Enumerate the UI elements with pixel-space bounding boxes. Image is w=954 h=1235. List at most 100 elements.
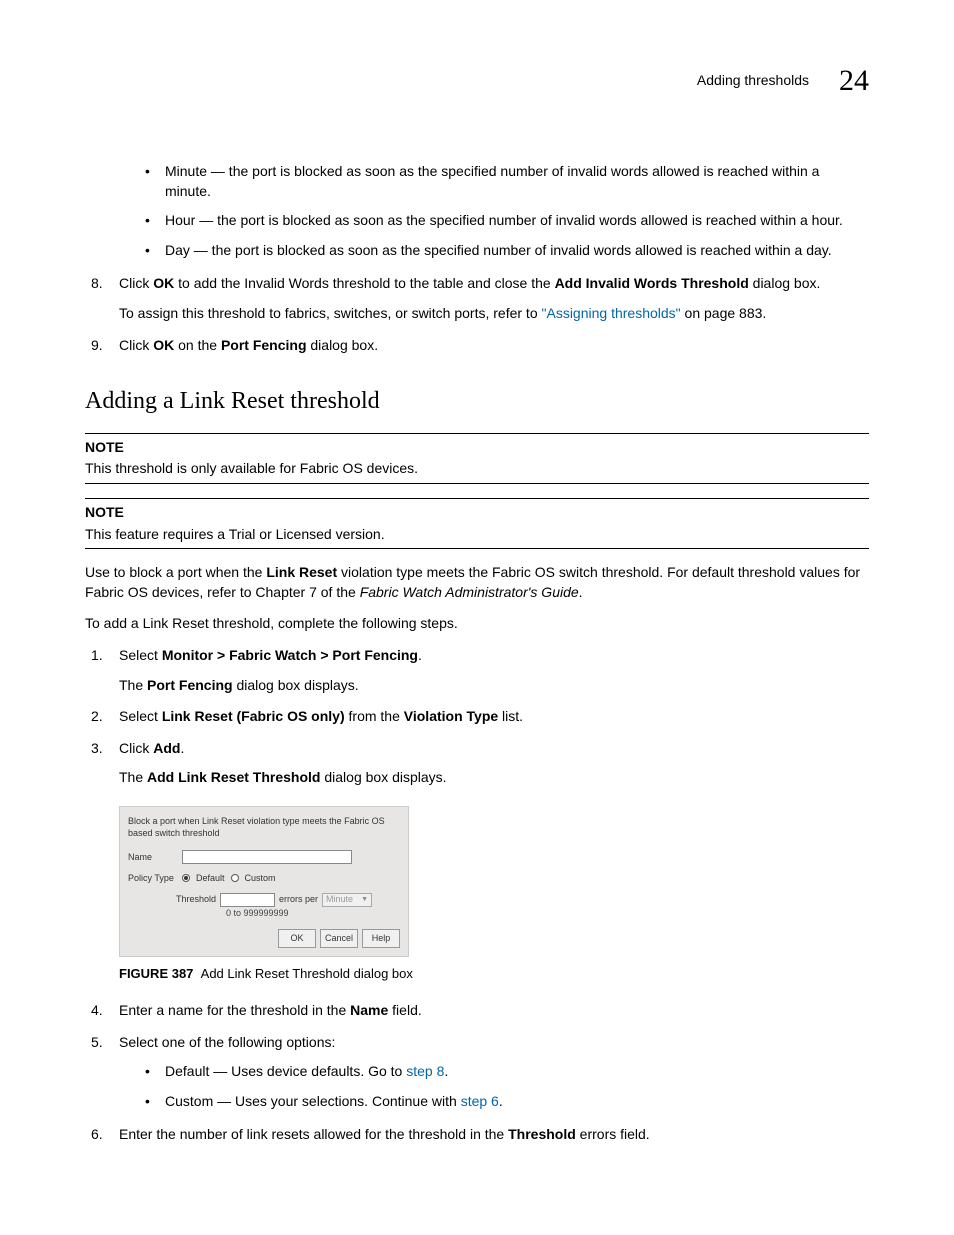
step-3-detail: The Add Link Reset Threshold dialog box …	[119, 768, 869, 788]
t: The	[119, 677, 147, 693]
name-field-label: Name	[350, 1002, 388, 1018]
t: Select	[119, 647, 162, 663]
dialog-instruction: Block a port when Link Reset violation t…	[128, 815, 400, 840]
dialog-name: Add Link Reset Threshold	[147, 769, 320, 785]
t: on page 883.	[681, 305, 767, 321]
t: Use to block a port when the	[85, 564, 266, 580]
dialog-name: Add Invalid Words Threshold	[555, 275, 749, 291]
custom-radio[interactable]	[231, 874, 239, 882]
t: Enter a name for the threshold in the	[119, 1002, 350, 1018]
guide-title: Fabric Watch Administrator's Guide	[360, 584, 579, 600]
menu-path: Monitor > Fabric Watch > Port Fencing	[162, 647, 418, 663]
list-label: Violation Type	[404, 708, 498, 724]
step-text: Click OK on the Port Fencing dialog box.	[119, 337, 378, 353]
t: Default — Uses device defaults. Go to	[165, 1063, 406, 1079]
threshold-field-label: Threshold	[508, 1126, 576, 1142]
step-text: Select one of the following options:	[119, 1034, 335, 1050]
t: errors field.	[576, 1126, 650, 1142]
t: Click	[119, 275, 153, 291]
step-8-detail: To assign this threshold to fabrics, swi…	[119, 304, 869, 324]
threshold-field[interactable]	[220, 893, 275, 907]
t: list.	[498, 708, 523, 724]
step-text: Click Add.	[119, 740, 184, 756]
intro-paragraph: Use to block a port when the Link Reset …	[85, 563, 869, 602]
t: from the	[345, 708, 404, 724]
default-radio[interactable]	[182, 874, 190, 882]
step-number: 9.	[91, 336, 103, 356]
t: Click	[119, 337, 153, 353]
note-label: NOTE	[85, 503, 869, 523]
policy-type-row: Policy Type Default Custom	[128, 872, 400, 885]
bullet-day: Day — the port is blocked as soon as the…	[145, 241, 869, 261]
figure-caption-text: Add Link Reset Threshold dialog box	[201, 966, 413, 981]
step-number: 4.	[91, 1001, 103, 1021]
step-text: Select Monitor > Fabric Watch > Port Fen…	[119, 647, 422, 663]
name-label: Name	[128, 851, 176, 864]
t: to add the Invalid Words threshold to th…	[174, 275, 554, 291]
ok-label: OK	[153, 337, 174, 353]
link-reset-label: Link Reset	[266, 564, 337, 580]
t: The	[119, 769, 147, 785]
t: dialog box displays.	[233, 677, 359, 693]
ok-button[interactable]: OK	[278, 929, 316, 948]
time-unit-dropdown[interactable]: Minute ▼	[322, 893, 372, 907]
t: .	[418, 647, 422, 663]
option-label: Link Reset (Fabric OS only)	[162, 708, 345, 724]
figure-caption: FIGURE 387 Add Link Reset Threshold dial…	[119, 965, 869, 983]
step-5: 5. Select one of the following options: …	[85, 1033, 869, 1112]
section-heading: Adding a Link Reset threshold	[85, 385, 869, 419]
step-number: 6.	[91, 1125, 103, 1145]
threshold-row: Threshold errors per Minute ▼	[176, 893, 400, 907]
note-1: NOTE This threshold is only available fo…	[85, 433, 869, 484]
header-title: Adding thresholds	[697, 71, 809, 91]
t: .	[180, 740, 184, 756]
step-text: Select Link Reset (Fabric OS only) from …	[119, 708, 523, 724]
step-8-link[interactable]: step 8	[406, 1063, 444, 1079]
step-4: 4. Enter a name for the threshold in the…	[85, 1001, 869, 1021]
policy-type-label: Policy Type	[128, 872, 176, 885]
t: Select	[119, 708, 162, 724]
invalid-words-options: Minute — the port is blocked as soon as …	[85, 162, 869, 260]
note-text: This threshold is only available for Fab…	[85, 459, 869, 479]
step-text: Enter a name for the threshold in the Na…	[119, 1002, 422, 1018]
add-link-reset-threshold-dialog: Block a port when Link Reset violation t…	[119, 806, 409, 957]
page-content: Minute — the port is blocked as soon as …	[85, 162, 869, 1145]
intro-2: To add a Link Reset threshold, complete …	[85, 614, 869, 634]
cancel-button[interactable]: Cancel	[320, 929, 358, 948]
step-1-detail: The Port Fencing dialog box displays.	[119, 676, 869, 696]
threshold-label: Threshold	[176, 893, 216, 906]
dialog-name: Port Fencing	[147, 677, 233, 693]
t: To assign this threshold to fabrics, swi…	[119, 305, 542, 321]
t: Custom — Uses your selections. Continue …	[165, 1093, 461, 1109]
option-default: Default — Uses device defaults. Go to st…	[145, 1062, 869, 1082]
assigning-thresholds-link[interactable]: "Assigning thresholds"	[542, 305, 681, 321]
note-label: NOTE	[85, 438, 869, 458]
ok-label: OK	[153, 275, 174, 291]
t: Click	[119, 740, 153, 756]
step-8: 8. Click OK to add the Invalid Words thr…	[85, 274, 869, 323]
t: on the	[174, 337, 221, 353]
custom-radio-label: Custom	[245, 872, 276, 885]
step-6: 6. Enter the number of link resets allow…	[85, 1125, 869, 1145]
step-number: 5.	[91, 1033, 103, 1053]
step-text: Enter the number of link resets allowed …	[119, 1126, 650, 1142]
step-1: 1. Select Monitor > Fabric Watch > Port …	[85, 646, 869, 695]
t: dialog box.	[749, 275, 821, 291]
step-2: 2. Select Link Reset (Fabric OS only) fr…	[85, 707, 869, 727]
step-number: 3.	[91, 739, 103, 759]
step-number: 1.	[91, 646, 103, 666]
step-6-link[interactable]: step 6	[461, 1093, 499, 1109]
dialog-name: Port Fencing	[221, 337, 307, 353]
name-field[interactable]	[182, 850, 352, 864]
page-header: Adding thresholds 24	[85, 60, 869, 102]
step-number: 2.	[91, 707, 103, 727]
t: .	[444, 1063, 448, 1079]
step-text: Click OK to add the Invalid Words thresh…	[119, 275, 820, 291]
t: .	[499, 1093, 503, 1109]
dialog-buttons: OK Cancel Help	[128, 929, 400, 948]
help-button[interactable]: Help	[362, 929, 400, 948]
add-label: Add	[153, 740, 180, 756]
t: Enter the number of link resets allowed …	[119, 1126, 508, 1142]
step-9: 9. Click OK on the Port Fencing dialog b…	[85, 336, 869, 356]
errors-per-label: errors per	[279, 893, 318, 906]
